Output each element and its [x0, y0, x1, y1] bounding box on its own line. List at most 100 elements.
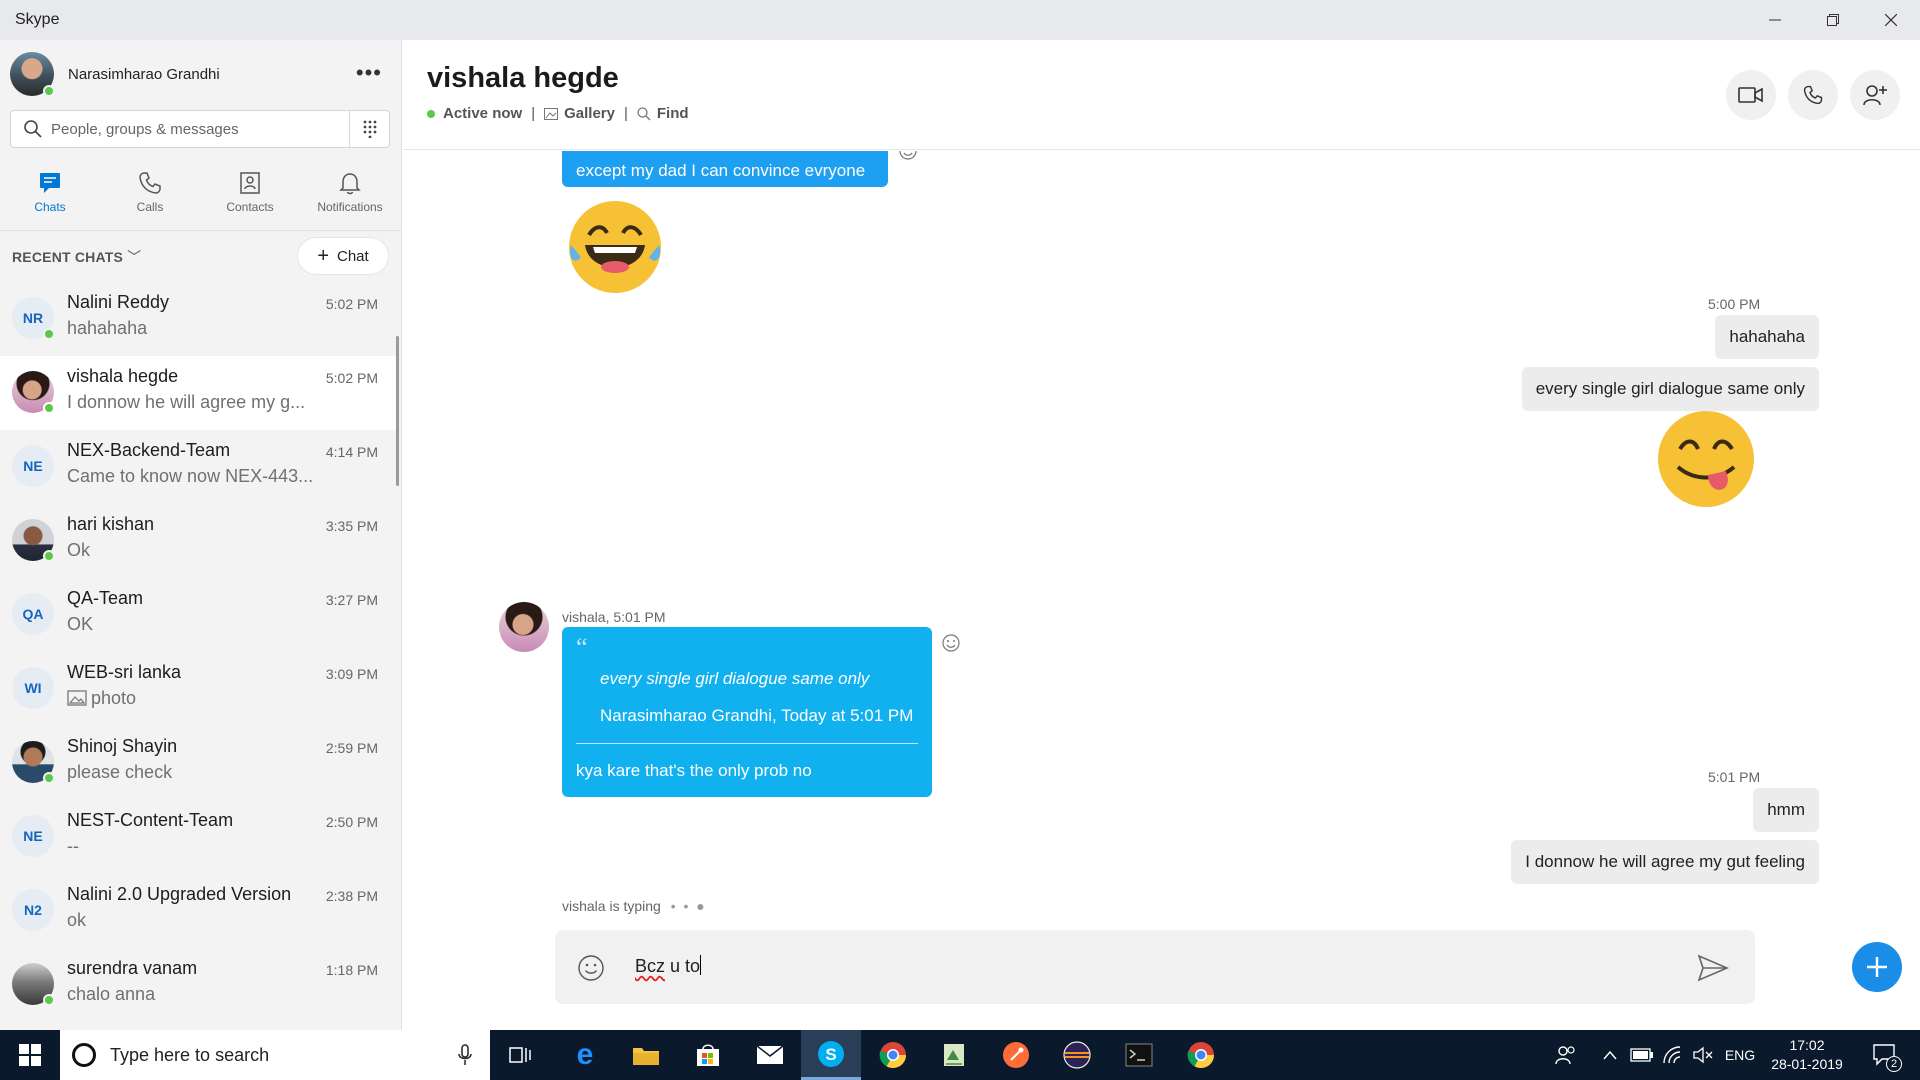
message-input[interactable]: Bcz u to	[635, 955, 702, 977]
taskbar-clock[interactable]: 17:02 28-01-2019	[1762, 1036, 1852, 1074]
message-bubble-outgoing[interactable]: hmm	[1753, 788, 1819, 832]
avatar: NR	[12, 297, 55, 340]
recent-chats-toggle[interactable]: RECENT CHATS ﹀	[12, 247, 141, 267]
taskbar-mail[interactable]	[740, 1030, 800, 1080]
search-input[interactable]	[51, 120, 341, 138]
chat-time: 4:14 PM	[325, 444, 378, 460]
add-people-button[interactable]	[1850, 70, 1900, 120]
send-icon[interactable]	[1697, 954, 1729, 982]
taskbar-edge[interactable]: e	[555, 1030, 615, 1080]
message-bubble-incoming[interactable]: except my dad I can convince evryone	[562, 151, 888, 187]
chat-time: 2:59 PM	[325, 740, 378, 756]
find-label: Find	[656, 105, 689, 122]
taskbar-chrome-2[interactable]	[1171, 1030, 1231, 1080]
sidebar: Narasimharao Grandhi ••• Chats Calls Con…	[0, 40, 402, 1030]
chat-list-item[interactable]: NE NEST-Content-Team 2:50 PM --	[0, 800, 396, 874]
taskbar-eclipse[interactable]	[1047, 1030, 1107, 1080]
taskbar-skype[interactable]: S	[801, 1030, 861, 1080]
input-language-indicator[interactable]: ENG	[1720, 1030, 1760, 1080]
find-link[interactable]: Find	[637, 105, 689, 122]
taskbar: Type here to search e S ENG 17:02 28-01-…	[0, 1030, 1920, 1080]
taskbar-store[interactable]	[678, 1030, 738, 1080]
profile-avatar[interactable]	[10, 52, 55, 97]
chat-list-item[interactable]: NR Nalini Reddy 5:02 PM hahahaha	[0, 282, 396, 356]
volume-button[interactable]	[1690, 1030, 1716, 1080]
avatar: N2	[12, 889, 54, 931]
chat-list-item[interactable]: WI WEB-sri lanka 3:09 PM photo	[0, 652, 396, 726]
chat-list-item[interactable]: hari kishan 3:35 PM Ok	[0, 504, 396, 578]
tongue-out-emoji-icon[interactable]	[1654, 409, 1758, 509]
tab-contacts[interactable]: Contacts	[200, 162, 300, 222]
typing-dots-icon: • • ●	[670, 898, 707, 914]
conversation-title[interactable]: vishala hegde	[427, 62, 619, 95]
video-call-button[interactable]	[1726, 70, 1776, 120]
chat-list-item[interactable]: QA QA-Team 3:27 PM OK	[0, 578, 396, 652]
taskbar-postman[interactable]	[986, 1030, 1046, 1080]
more-options-icon[interactable]: •••	[356, 60, 382, 86]
typing-text: vishala is typing	[562, 898, 661, 914]
taskbar-search[interactable]: Type here to search	[60, 1030, 490, 1080]
chat-list-item[interactable]: NE NEX-Backend-Team 4:14 PM Came to know…	[0, 430, 396, 504]
avatar-initials: NE	[23, 828, 43, 844]
message-bubble-outgoing[interactable]: I donnow he will agree my gut feeling	[1511, 840, 1819, 884]
chat-icon	[40, 173, 60, 193]
chat-name: surendra vanam	[67, 958, 198, 978]
chat-preview: please check	[67, 762, 173, 782]
recent-chats-label: RECENT CHATS	[12, 249, 124, 265]
laughing-emoji-icon[interactable]	[565, 199, 665, 295]
tab-notifications[interactable]: Notifications	[300, 162, 400, 222]
network-button[interactable]	[1660, 1030, 1686, 1080]
message-bubble-outgoing[interactable]: hahahaha	[1715, 315, 1819, 359]
smiley-react-icon[interactable]	[898, 151, 918, 161]
chat-time: 3:09 PM	[325, 666, 378, 682]
avatar-initials: QA	[22, 606, 44, 622]
taskbar-file-explorer[interactable]	[616, 1030, 676, 1080]
battery-button[interactable]	[1628, 1030, 1656, 1080]
gallery-link[interactable]: Gallery	[544, 105, 615, 122]
start-button[interactable]	[0, 1030, 60, 1080]
action-center-button[interactable]: 2	[1860, 1030, 1910, 1080]
sender-avatar[interactable]	[499, 602, 549, 652]
minimize-button[interactable]	[1746, 0, 1804, 40]
plus-icon	[1867, 957, 1887, 977]
message-composer[interactable]: Bcz u to	[555, 930, 1755, 1004]
add-content-button[interactable]	[1852, 942, 1902, 992]
profile-area[interactable]: Narasimharao Grandhi •••	[10, 50, 390, 98]
battery-icon	[1630, 1048, 1653, 1062]
video-camera-icon	[1738, 87, 1763, 103]
taskbar-chrome[interactable]	[863, 1030, 923, 1080]
chat-list-item-selected[interactable]: vishala hegde 5:02 PM I donnow he will a…	[0, 356, 396, 430]
message-bubble-outgoing[interactable]: every single girl dialogue same only	[1521, 367, 1819, 411]
new-chat-button[interactable]: + Chat	[298, 238, 388, 274]
chat-name: NEST-Content-Team	[67, 810, 234, 830]
restore-button[interactable]	[1804, 0, 1862, 40]
message-text: kya kare that's the only prob no	[576, 761, 812, 780]
window-controls	[1746, 0, 1920, 40]
microphone-icon[interactable]	[458, 1044, 472, 1066]
chat-list-item[interactable]: N2 Nalini 2.0 Upgraded Version 2:38 PM o…	[0, 874, 396, 948]
chat-list-item[interactable]: Shinoj Shayin 2:59 PM please check	[0, 726, 396, 800]
dialpad-button[interactable]	[349, 111, 389, 147]
chat-list: NR Nalini Reddy 5:02 PM hahahaha vishala…	[0, 282, 396, 1030]
message-bubble-incoming-quote[interactable]: “ every single girl dialogue same only N…	[562, 627, 932, 797]
chat-list-scrollbar[interactable]	[396, 336, 399, 486]
tab-calls[interactable]: Calls	[100, 162, 200, 222]
audio-call-button[interactable]	[1788, 70, 1838, 120]
emoji-picker-icon[interactable]	[577, 954, 605, 982]
clock-time: 17:02	[1789, 1037, 1825, 1053]
language-label: ENG	[1724, 1047, 1756, 1063]
smiley-react-icon[interactable]	[941, 633, 961, 653]
taskbar-terminal[interactable]	[1109, 1030, 1169, 1080]
task-view-button[interactable]	[490, 1030, 550, 1080]
show-hidden-icons-button[interactable]	[1600, 1030, 1620, 1080]
search-box	[10, 110, 390, 148]
chat-list-item[interactable]: surendra vanam 1:18 PM chalo anna	[0, 948, 396, 1022]
svg-text:S: S	[825, 1045, 836, 1064]
presence-dot	[43, 328, 55, 340]
message-text: hmm	[1767, 800, 1805, 819]
people-button[interactable]	[1550, 1030, 1582, 1080]
tab-chats[interactable]: Chats	[0, 162, 100, 222]
taskbar-notepad-app[interactable]	[924, 1030, 984, 1080]
close-button[interactable]	[1862, 0, 1920, 40]
message-timestamp: 5:01 PM	[1708, 769, 1761, 785]
